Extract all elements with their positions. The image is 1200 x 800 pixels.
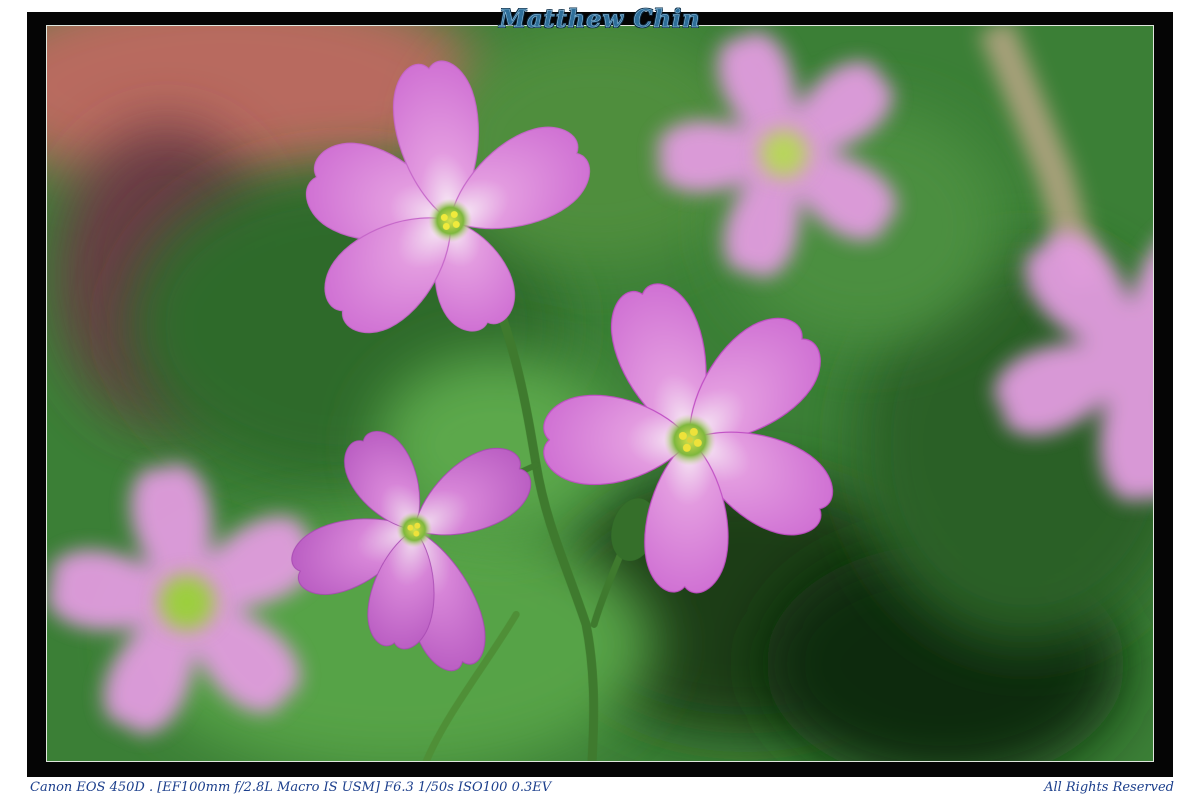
rights-caption: All Rights Reserved xyxy=(1044,780,1174,795)
photographer-watermark: Matthew Chin xyxy=(499,4,701,34)
exif-caption: Canon EOS 450D . [EF100mm f/2.8L Macro I… xyxy=(30,780,552,795)
flower-photo xyxy=(46,25,1154,762)
